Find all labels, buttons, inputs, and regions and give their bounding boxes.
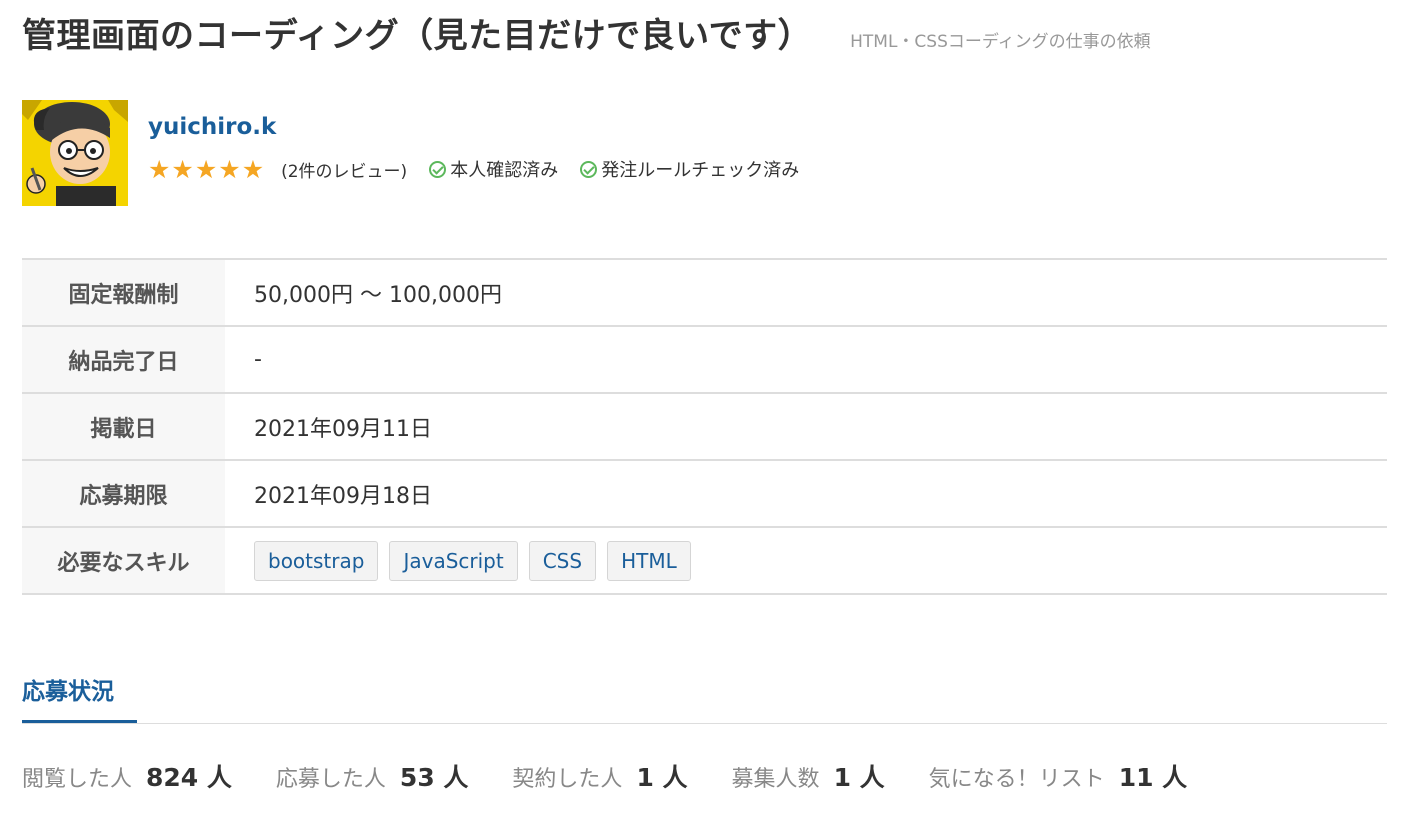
- rating-stars: ★ ★ ★ ★ ★: [148, 157, 265, 182]
- table-row: 応募期限 2021年09月18日: [22, 460, 1387, 527]
- stat-recruit-count: 募集人数 1 人: [732, 758, 885, 794]
- stat-value: 53 人: [399, 763, 469, 792]
- skills-cell: bootstrap JavaScript CSS HTML: [225, 527, 1387, 594]
- stat-contracted: 契約した人 1 人: [512, 758, 687, 794]
- row-value: 2021年09月11日: [254, 416, 432, 442]
- row-value: -: [254, 347, 262, 372]
- skill-tag-css[interactable]: CSS: [528, 540, 597, 581]
- table-row: 固定報酬制 50,000円 〜 100,000円: [22, 259, 1387, 326]
- page-title: 管理画面のコーディング（見た目だけで良いです）: [22, 16, 813, 56]
- client-info: yuichiro.k ★ ★ ★ ★ ★ (2件のレビュー) 本人確認済み 発注…: [148, 100, 799, 206]
- badge-label: 発注ルールチェック済み: [601, 160, 800, 181]
- check-circle-icon: [429, 160, 447, 178]
- skill-tag-bootstrap[interactable]: bootstrap: [254, 540, 379, 581]
- job-detail-table: 固定報酬制 50,000円 〜 100,000円 納品完了日 - 掲載日 202…: [22, 258, 1387, 595]
- stat-label: 応募した人: [275, 767, 386, 792]
- star-icon: ★: [218, 154, 241, 184]
- review-count-link[interactable]: (2件のレビュー): [281, 157, 407, 182]
- stat-value: 824 人: [146, 763, 232, 792]
- client-meta: ★ ★ ★ ★ ★ (2件のレビュー) 本人確認済み 発注ルールチェック済み: [148, 156, 799, 182]
- star-icon: ★: [148, 154, 171, 184]
- avatar-illustration-icon: [22, 100, 128, 206]
- job-category: HTML・CSSコーディングの仕事の依頼: [850, 32, 1151, 52]
- stat-label: 募集人数: [731, 767, 820, 792]
- row-label: 必要なスキル: [22, 527, 225, 594]
- divider: [22, 723, 1387, 724]
- star-icon: ★: [171, 154, 194, 184]
- row-label: 納品完了日: [22, 326, 225, 393]
- star-icon: ★: [241, 154, 265, 184]
- stat-value: 1 人: [833, 763, 885, 792]
- order-rules-checked-badge: 発注ルールチェック済み: [580, 156, 799, 182]
- tab-application-status[interactable]: 応募状況: [22, 672, 114, 706]
- identity-verified-badge: 本人確認済み: [429, 156, 558, 182]
- stat-value: 11 人: [1118, 763, 1188, 792]
- stat-label: 閲覧した人: [22, 767, 133, 792]
- stat-label: 気になる！リスト: [928, 767, 1105, 792]
- check-circle-icon: [580, 160, 598, 178]
- stat-applicants: 応募した人 53 人: [276, 758, 469, 794]
- row-label: 応募期限: [22, 460, 225, 527]
- table-row: 納品完了日 -: [22, 326, 1387, 393]
- row-label: 固定報酬制: [22, 259, 225, 326]
- badge-label: 本人確認済み: [450, 160, 559, 181]
- client-profile: yuichiro.k ★ ★ ★ ★ ★ (2件のレビュー) 本人確認済み 発注…: [22, 100, 799, 206]
- table-row: 掲載日 2021年09月11日: [22, 393, 1387, 460]
- stat-views: 閲覧した人 824 人: [22, 758, 232, 794]
- row-label: 掲載日: [22, 393, 225, 460]
- stat-value: 1 人: [636, 763, 688, 792]
- skill-tag-html[interactable]: HTML: [607, 540, 691, 581]
- row-value: 50,000円 〜 100,000円: [254, 282, 502, 308]
- application-stats: 閲覧した人 824 人 応募した人 53 人 契約した人 1 人 募集人数 1 …: [22, 758, 1231, 794]
- page-header: 管理画面のコーディング（見た目だけで良いです） HTML・CSSコーディングの仕…: [22, 8, 1151, 57]
- skill-tag-javascript[interactable]: JavaScript: [389, 540, 518, 581]
- table-row: 必要なスキル bootstrap JavaScript CSS HTML: [22, 527, 1387, 594]
- row-value: 2021年09月18日: [254, 483, 432, 509]
- client-avatar[interactable]: [22, 100, 128, 206]
- client-name-link[interactable]: yuichiro.k: [148, 114, 799, 140]
- stat-watchlist: 気になる！リスト 11 人: [929, 758, 1188, 794]
- stat-label: 契約した人: [512, 767, 623, 792]
- star-icon: ★: [194, 154, 218, 184]
